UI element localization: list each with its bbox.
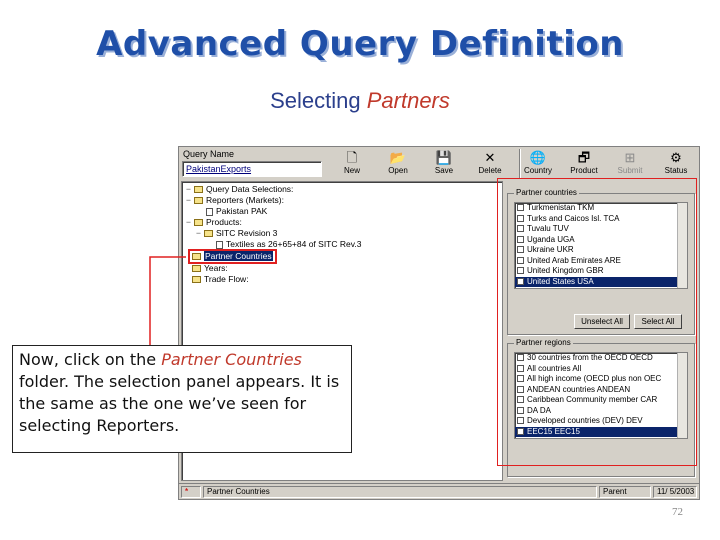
delete-button[interactable]: ✕ Delete [467, 149, 513, 179]
slide-subtitle: Selecting Partners [0, 88, 720, 114]
submit-label: Submit [617, 166, 643, 175]
open-label: Open [388, 166, 408, 175]
status-marker: * [181, 486, 201, 498]
partner-countries-label: Partner Countries [204, 251, 273, 261]
tree-node-trade-flow[interactable]: Trade Flow: [192, 274, 249, 285]
tree-node-sitc[interactable]: − SITC Revision 3 [196, 228, 277, 239]
sitc-label: SITC Revision 3 [216, 228, 278, 238]
status-bar: * Partner Countries Parent 11/ 5/2003 [179, 483, 699, 499]
tree-root-label: Query Data Selections: [206, 184, 294, 194]
open-button[interactable]: 📂 Open [375, 149, 421, 179]
new-document-icon: 🗋 [346, 150, 358, 165]
reporters-label: Reporters (Markets): [206, 195, 284, 205]
new-button[interactable]: 🗋 New [329, 149, 375, 179]
textiles-label: Textiles as 26+65+84 of SITC Rev.3 [226, 239, 362, 249]
callout-text-after: folder. The selection panel appears. It … [19, 372, 340, 435]
tree-node-reporters[interactable]: − Reporters (Markets): [186, 195, 284, 206]
product-icon: 🗗 [577, 150, 591, 165]
folder-icon [192, 265, 201, 273]
subtitle-emphasis: Partners [366, 88, 450, 113]
collapse-icon: − [186, 184, 191, 194]
collapse-icon: − [196, 228, 201, 238]
document-icon [206, 207, 213, 216]
tree-node-partner-countries[interactable]: Partner Countries [188, 249, 277, 264]
callout-emphasis: Partner Countries [161, 350, 302, 369]
save-button[interactable]: 💾 Save [421, 149, 467, 179]
submit-icon: ⊞ [624, 150, 636, 165]
slide-title: Advanced Query Definition [96, 24, 624, 64]
status-icon: ⚙ [670, 150, 682, 165]
subtitle-prefix: Selecting [270, 88, 367, 113]
folder-icon [192, 276, 201, 284]
product-label: Product [570, 166, 598, 175]
tree-node-products[interactable]: − Products: [186, 217, 242, 228]
open-folder-icon: 📂 [389, 150, 407, 165]
instruction-callout: Now, click on the Partner Countries fold… [12, 345, 352, 453]
submit-button[interactable]: ⊞ Submit [607, 149, 653, 179]
collapse-icon: − [186, 195, 191, 205]
tree-node-years[interactable]: Years: [192, 263, 228, 274]
query-name-label: Query Name [183, 149, 235, 159]
folder-open-icon [204, 230, 213, 238]
globe-icon: 🌐 [529, 150, 547, 165]
save-disk-icon: 💾 [435, 150, 453, 165]
new-label: New [343, 166, 360, 175]
product-button[interactable]: 🗗 Product [561, 149, 607, 179]
tree-root[interactable]: − Query Data Selections: [186, 184, 293, 195]
years-label: Years: [204, 263, 228, 273]
status-date: 11/ 5/2003 [653, 486, 697, 498]
country-button[interactable]: 🌐 Country [515, 149, 561, 179]
document-icon [216, 240, 223, 249]
reporter-item-label: Pakistan PAK [216, 206, 268, 216]
page-number: 72 [672, 506, 683, 518]
selection-panel-highlight [497, 178, 697, 466]
save-label: Save [434, 166, 454, 175]
country-label: Country [523, 166, 552, 175]
trade-flow-label: Trade Flow: [204, 274, 249, 284]
status-item: Partner Countries [203, 486, 597, 498]
products-label: Products: [206, 217, 242, 227]
tree-node-reporter-pakistan[interactable]: Pakistan PAK [206, 206, 267, 217]
status-label: Status [664, 166, 688, 175]
folder-open-icon [194, 219, 203, 227]
folder-icon [192, 253, 201, 261]
callout-text-before: Now, click on the [19, 350, 162, 369]
status-button[interactable]: ⚙ Status [653, 149, 699, 179]
delete-x-icon: ✕ [484, 150, 496, 165]
collapse-icon: − [186, 217, 191, 227]
folder-open-icon [194, 197, 203, 205]
delete-label: Delete [478, 166, 502, 175]
query-name-input[interactable]: PakistanExports [182, 161, 322, 177]
status-mode: Parent [599, 486, 651, 498]
folder-open-icon [194, 186, 203, 194]
